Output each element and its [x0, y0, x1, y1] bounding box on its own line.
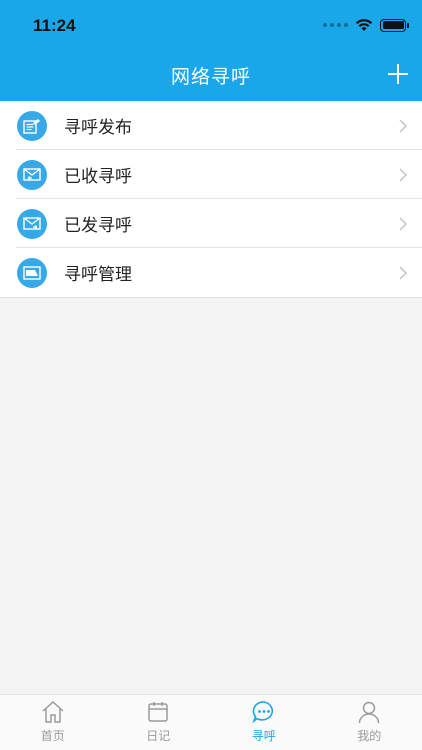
tab-paging[interactable]: 寻呼 [211, 695, 317, 750]
tab-label: 寻呼 [251, 729, 276, 743]
chevron-right-icon [399, 118, 408, 133]
status-time: 11:24 [33, 16, 76, 35]
document-edit-icon [17, 110, 47, 141]
chat-bubble-icon [252, 701, 273, 724]
list-item-label: 已发寻呼 [64, 216, 132, 236]
page-title: 网络寻呼 [170, 66, 251, 88]
tab-label: 日记 [146, 729, 171, 743]
list-item-received[interactable]: 已收寻呼 [0, 150, 422, 199]
chevron-right-icon [399, 216, 408, 231]
chevron-right-icon [399, 265, 408, 280]
user-icon [359, 701, 380, 724]
list-item-manage[interactable]: 寻呼管理 [0, 248, 422, 297]
tab-label: 首页 [40, 729, 65, 743]
cellular-signal-icon [323, 23, 348, 27]
status-bar: 11:24 [0, 0, 422, 50]
paging-menu-list: 寻呼发布 已收寻呼 已发寻呼 寻呼管理 [0, 101, 422, 298]
wifi-icon [355, 19, 373, 31]
battery-icon [380, 18, 409, 32]
calendar-icon [148, 702, 168, 722]
home-icon [42, 700, 64, 723]
status-icons [323, 16, 409, 34]
mail-inbox-icon [17, 159, 47, 190]
tab-diary[interactable]: 日记 [106, 695, 212, 750]
image-manage-icon [17, 257, 47, 288]
list-item-publish[interactable]: 寻呼发布 [0, 101, 422, 150]
list-item-sent[interactable]: 已发寻呼 [0, 199, 422, 248]
add-icon[interactable] [386, 62, 410, 86]
list-item-label: 寻呼管理 [64, 265, 132, 285]
tab-home[interactable]: 首页 [0, 695, 106, 750]
list-item-label: 已收寻呼 [64, 167, 132, 187]
header: 11:24 网络寻呼 [0, 0, 422, 101]
chevron-right-icon [399, 167, 408, 182]
tab-mine[interactable]: 我的 [317, 695, 422, 750]
nav-bar: 网络寻呼 [0, 50, 422, 101]
list-item-label: 寻呼发布 [64, 118, 132, 138]
tab-label: 我的 [357, 729, 382, 743]
mail-sent-icon [17, 208, 47, 239]
tab-bar: 首页 日记 寻呼 我的 [0, 694, 422, 750]
